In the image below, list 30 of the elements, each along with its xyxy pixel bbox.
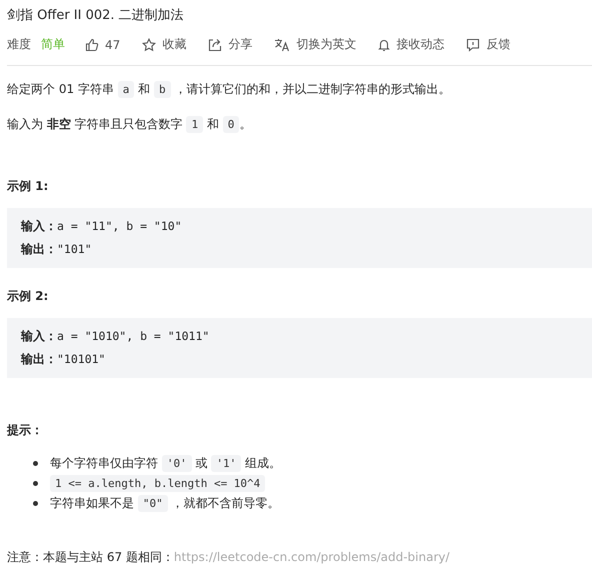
translate-button[interactable]: 切换为英文	[274, 36, 356, 53]
example-line: 输入：a = "1010", b = "1011"	[21, 328, 210, 345]
hints-heading: 提示：	[7, 422, 44, 439]
star-button[interactable]: 收藏	[142, 36, 186, 53]
hint-item: 每个字符串仅由字符 '0' 或 '1' 组成。	[50, 454, 282, 474]
description-paragraph: 给定两个 01 字符串 a 和 b ，请计算它们的和，并以二进制字符串的形式输出。	[7, 80, 452, 100]
feedback-button[interactable]: 反馈	[466, 36, 510, 53]
share-icon	[208, 38, 222, 52]
share-button[interactable]: 分享	[208, 36, 252, 53]
example-line: 输入：a = "11", b = "10"	[21, 218, 183, 235]
translate-icon	[274, 38, 290, 52]
difficulty-value: 简单	[41, 36, 65, 53]
bullet-icon	[33, 500, 38, 506]
star-icon	[142, 38, 156, 52]
bell-icon	[378, 38, 390, 52]
example-line: 输出："101"	[21, 241, 93, 258]
bell-button[interactable]: 接收动态	[378, 36, 444, 53]
like-button[interactable]: 47	[85, 38, 120, 52]
thumbs-up-icon	[85, 38, 99, 52]
example-heading: 示例 2:	[7, 288, 50, 305]
example-line: 输出："10101"	[21, 351, 106, 368]
bullet-icon	[33, 460, 38, 466]
description-paragraph: 输入为 非空 字符串且只包含数字 1 和 0 。	[7, 115, 252, 135]
example-heading: 示例 1:	[7, 178, 50, 195]
difficulty-label: 难度	[7, 36, 31, 53]
problem-title: 剑指 Offer II 002. 二进制加法	[7, 7, 185, 24]
bullet-icon	[33, 480, 38, 486]
note-text: 注意：本题与主站 67 题相同：	[7, 550, 174, 564]
hint-item: 字符串如果不是 "0" ，就都不含前导零。	[50, 494, 280, 514]
message-icon	[466, 38, 480, 52]
